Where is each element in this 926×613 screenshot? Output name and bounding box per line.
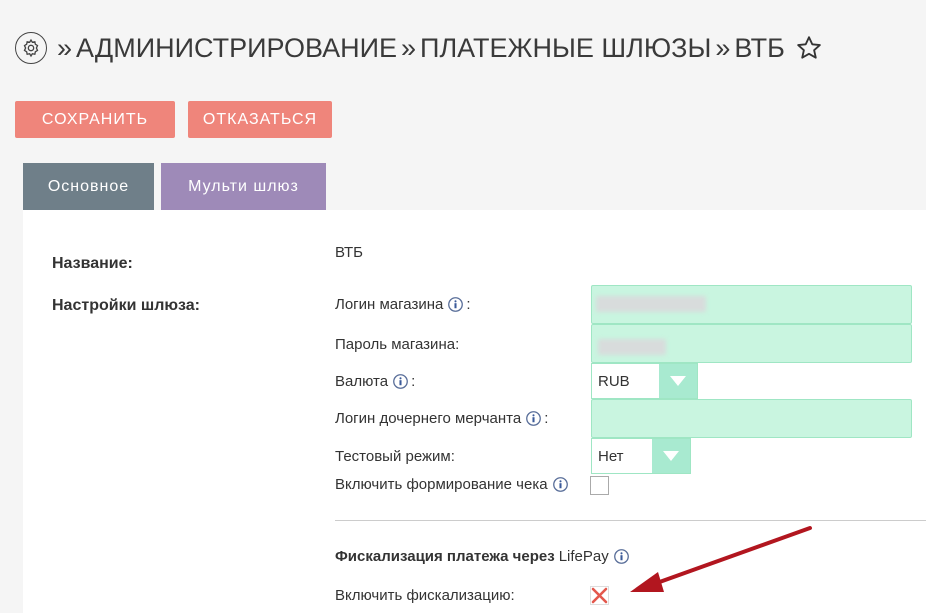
shop-password-input[interactable] xyxy=(591,324,912,363)
chevron-down-icon[interactable] xyxy=(652,439,690,473)
currency-select[interactable]: RUB xyxy=(591,363,698,399)
fiscal-brand: LifePay xyxy=(558,548,609,565)
breadcrumb-payment-gateways[interactable]: ПЛАТЕЖНЫЕ ШЛЮЗЫ xyxy=(420,33,711,64)
enable-fiscal-checkbox[interactable] xyxy=(590,586,609,605)
breadcrumb-separator: » xyxy=(57,32,73,63)
shop-login-label-text: Логин магазина xyxy=(335,296,444,313)
save-button[interactable]: СОХРАНИТЬ xyxy=(15,101,175,138)
test-mode-select[interactable]: Нет xyxy=(591,438,691,474)
gear-icon[interactable] xyxy=(15,32,47,64)
info-icon[interactable] xyxy=(526,411,542,426)
shop-login-colon: : xyxy=(466,296,471,313)
breadcrumb-separator: » xyxy=(715,32,731,63)
redacted-value xyxy=(598,339,666,355)
enable-fiscal-label: Включить фискализацию: xyxy=(335,587,515,604)
tab-main[interactable]: Основное xyxy=(23,163,154,210)
receipt-label: Включить формирование чека xyxy=(335,476,571,493)
currency-colon: : xyxy=(411,373,416,390)
name-label: Название: xyxy=(52,255,133,272)
star-icon[interactable] xyxy=(795,34,823,62)
fiscal-title-text: Фискализация платежа через xyxy=(335,548,555,565)
info-icon[interactable] xyxy=(393,374,408,389)
breadcrumb: » АДМИНИСТРИРОВАНИЕ » ПЛАТЕЖНЫЕ ШЛЮЗЫ » … xyxy=(15,31,823,65)
shop-password-label: Пароль магазина: xyxy=(335,336,460,353)
breadcrumb-administration[interactable]: АДМИНИСТРИРОВАНИЕ xyxy=(76,33,397,64)
sub-merchant-login-colon: : xyxy=(544,410,549,427)
test-mode-value: Нет xyxy=(598,447,624,465)
info-icon[interactable] xyxy=(552,477,568,492)
shop-login-input[interactable] xyxy=(591,285,912,324)
name-value: ВТБ xyxy=(335,244,364,261)
sub-merchant-login-label: Логин дочернего мерчанта : xyxy=(335,410,548,427)
tab-multi-gateway[interactable]: Мульти шлюз xyxy=(161,163,326,210)
sub-merchant-login-input[interactable] xyxy=(591,399,912,438)
currency-label-text: Валюта xyxy=(335,373,389,390)
redacted-value xyxy=(596,296,706,312)
test-mode-label: Тестовый режим: xyxy=(335,448,455,465)
info-icon[interactable] xyxy=(448,297,464,312)
receipt-label-text: Включить формирование чека xyxy=(335,476,548,493)
shop-login-label: Логин магазина : xyxy=(335,296,471,313)
gateway-settings-label: Настройки шлюза: xyxy=(52,297,200,314)
fiscal-section-title: Фискализация платежа через LifePay xyxy=(335,548,632,565)
chevron-down-icon[interactable] xyxy=(659,364,697,398)
currency-label: Валюта : xyxy=(335,373,415,390)
close-icon xyxy=(590,586,609,605)
cancel-button[interactable]: ОТКАЗАТЬСЯ xyxy=(188,101,332,138)
sub-merchant-login-label-text: Логин дочернего мерчанта xyxy=(335,410,522,427)
currency-value: RUB xyxy=(598,372,630,390)
annotation-arrow xyxy=(630,526,812,592)
breadcrumb-separator: » xyxy=(401,32,417,63)
page-title: ВТБ xyxy=(734,32,785,63)
receipt-checkbox[interactable] xyxy=(590,476,609,495)
